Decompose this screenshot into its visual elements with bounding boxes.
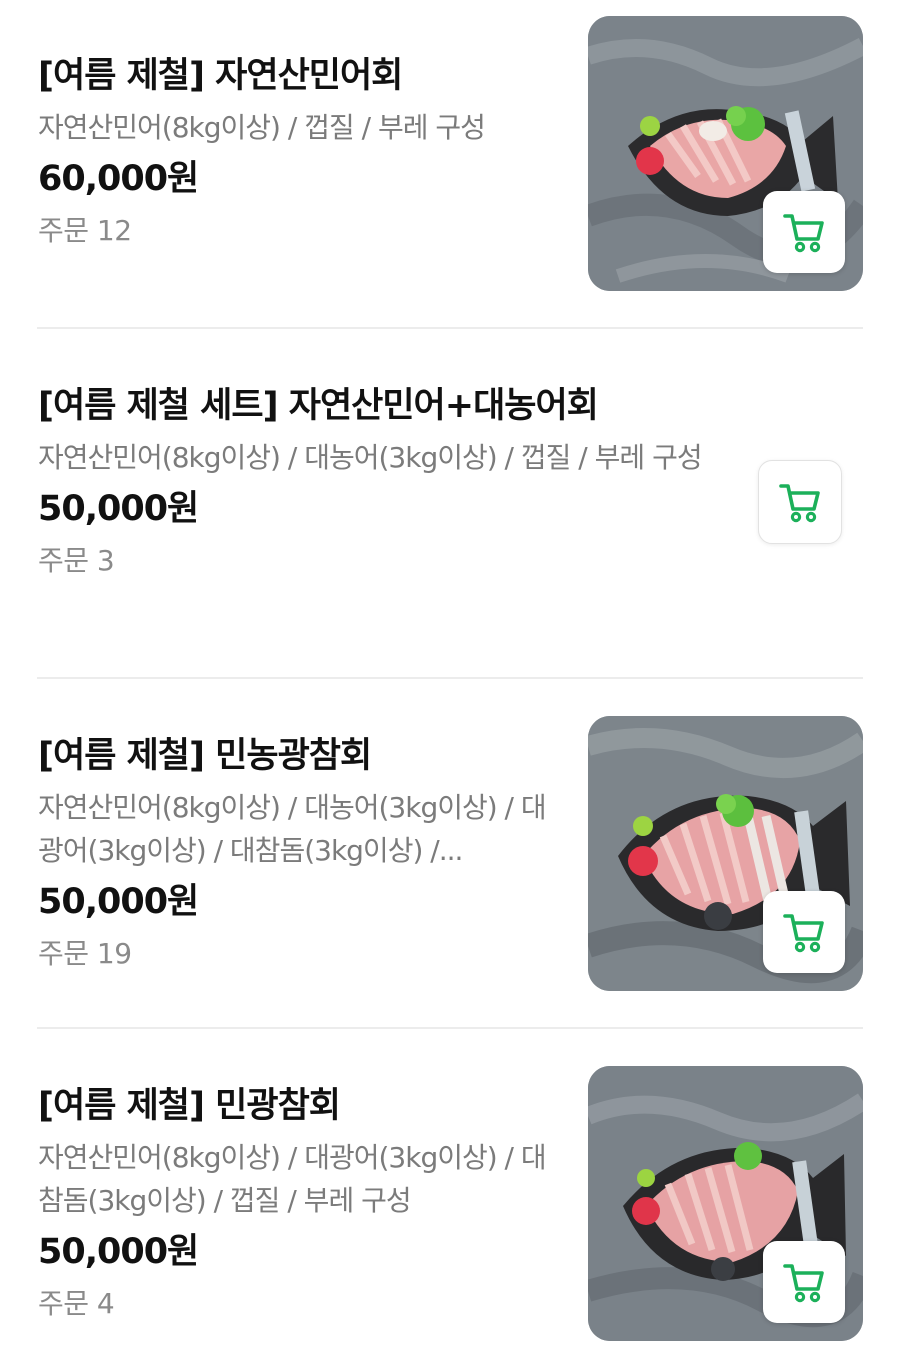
product-image[interactable] (588, 716, 863, 991)
shopping-cart-icon (783, 1264, 824, 1303)
product-info[interactable]: [여름 제철 세트] 자연산민어+대농어회 자연산민어(8kg이상) / 대농어… (38, 382, 718, 583)
product-description: 자연산민어(8kg이상) / 대농어(3kg이상) / 대광어(3kg이상) /… (38, 791, 547, 867)
add-to-cart-button[interactable] (763, 1241, 845, 1323)
product-description: 자연산민어(8kg이상) / 대광어(3kg이상) / 대참돔(3kg이상) /… (38, 1141, 547, 1217)
product-info[interactable]: [여름 제철] 자연산민어회 자연산민어(8kg이상) / 껍질 / 부레 구성… (38, 52, 558, 253)
product-title[interactable]: [여름 제철 세트] 자연산민어+대농어회 (38, 382, 718, 430)
order-count: 주문 19 (38, 937, 132, 970)
product-description: 자연산민어(8kg이상) / 대농어(3kg이상) / 껍질 / 부레 구성 (38, 441, 703, 474)
product-item[interactable]: [여름 제철 세트] 자연산민어+대농어회 자연산민어(8kg이상) / 대농어… (0, 330, 900, 678)
product-title[interactable]: [여름 제철] 민농광참회 (38, 732, 558, 780)
product-image[interactable] (588, 16, 863, 291)
shopping-cart-icon (779, 484, 820, 523)
shopping-cart-icon (783, 914, 824, 953)
divider (37, 677, 863, 679)
shopping-cart-icon (783, 214, 824, 253)
add-to-cart-button[interactable] (763, 891, 845, 973)
product-info[interactable]: [여름 제철] 민농광참회 자연산민어(8kg이상) / 대농어(3kg이상) … (38, 732, 558, 976)
product-price: 50,000원 (38, 882, 199, 922)
product-description: 자연산민어(8kg이상) / 껍질 / 부레 구성 (38, 111, 486, 144)
product-info[interactable]: [여름 제철] 민광참회 자연산민어(8kg이상) / 대광어(3kg이상) /… (38, 1082, 558, 1326)
divider (37, 1027, 863, 1029)
product-item[interactable]: [여름 제철] 민농광참회 자연산민어(8kg이상) / 대농어(3kg이상) … (0, 680, 900, 1028)
divider (37, 327, 863, 329)
order-count: 주문 4 (38, 1287, 115, 1320)
product-title[interactable]: [여름 제철] 자연산민어회 (38, 52, 558, 100)
product-title[interactable]: [여름 제철] 민광참회 (38, 1082, 558, 1130)
add-to-cart-button[interactable] (763, 191, 845, 273)
product-price: 60,000원 (38, 159, 199, 199)
product-price: 50,000원 (38, 489, 199, 529)
product-list: [여름 제철] 자연산민어회 자연산민어(8kg이상) / 껍질 / 부레 구성… (0, 0, 900, 1370)
product-item[interactable]: [여름 제철] 자연산민어회 자연산민어(8kg이상) / 껍질 / 부레 구성… (0, 0, 900, 328)
product-item[interactable]: [여름 제철] 민광참회 자연산민어(8kg이상) / 대광어(3kg이상) /… (0, 1030, 900, 1370)
add-to-cart-button[interactable] (758, 460, 842, 544)
order-count: 주문 12 (38, 214, 132, 247)
product-price: 50,000원 (38, 1232, 199, 1272)
order-count: 주문 3 (38, 544, 115, 577)
product-image[interactable] (588, 1066, 863, 1341)
